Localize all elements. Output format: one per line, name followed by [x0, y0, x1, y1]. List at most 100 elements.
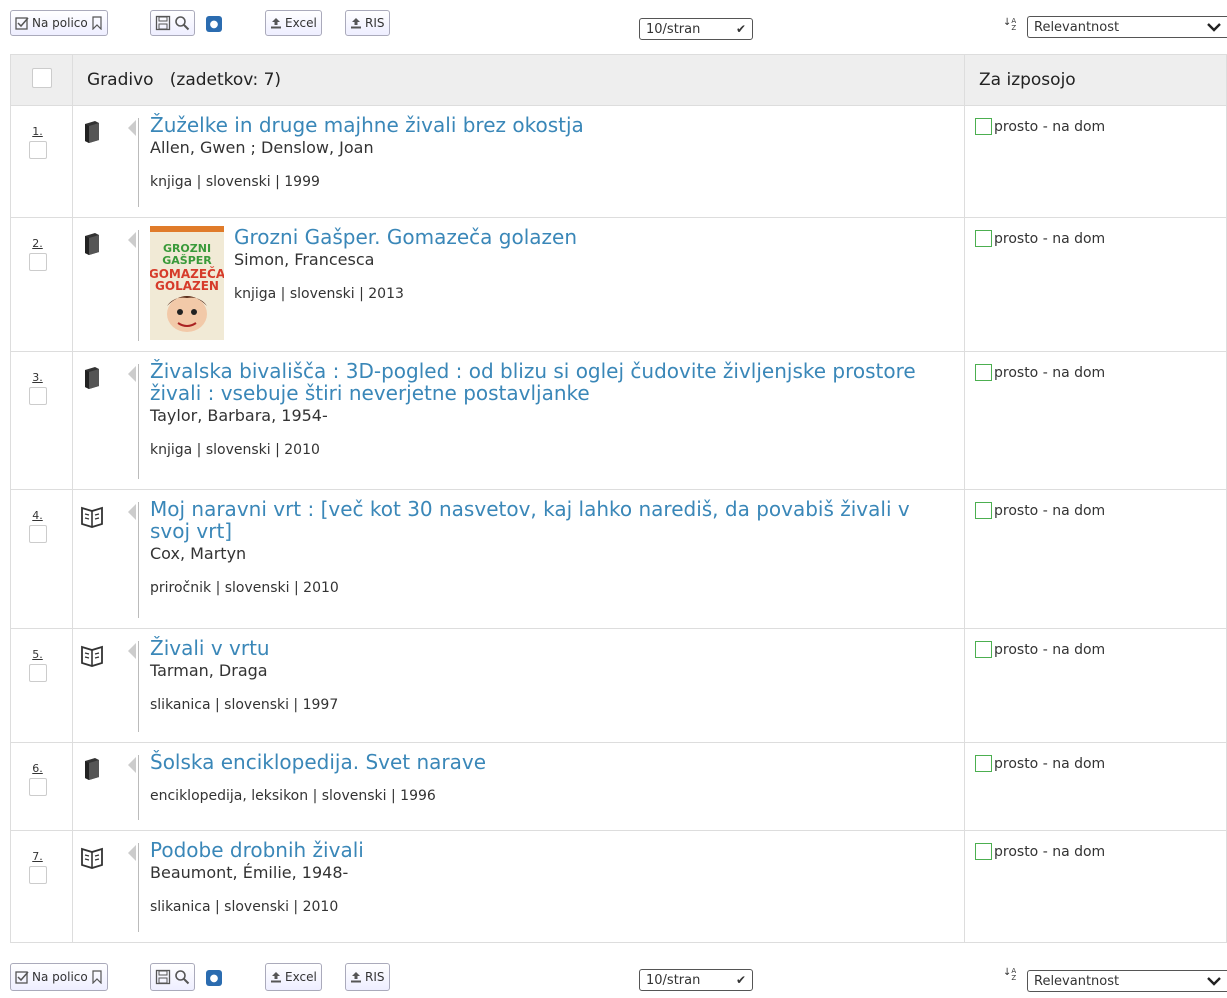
add-to-shelf-button[interactable]: Na polico	[10, 10, 108, 36]
expand-arrow-icon[interactable]	[128, 504, 136, 520]
material-meta: slikanica | slovenski | 1997	[150, 697, 339, 713]
per-page-select[interactable]: 10/stran ✔	[639, 969, 753, 991]
expand-arrow-icon[interactable]	[128, 232, 136, 248]
availability-cell: prosto - na dom	[964, 105, 1227, 218]
bookmark-icon	[92, 970, 102, 984]
availability-status[interactable]: prosto - na dom	[994, 756, 1105, 772]
open-book-icon	[81, 645, 103, 667]
table-row: 3. Živalska bivališča : 3D-pogled : od b…	[10, 351, 1227, 490]
sort-icon: ↓A Z	[1003, 967, 1017, 982]
bottom-toolbar: Na polico ● Excel RIS 10/stran ✔ ↓A Z Rel…	[0, 958, 1227, 998]
per-page-value: 10/stran	[646, 21, 701, 37]
material-cell: Živalska bivališča : 3D-pogled : od bliz…	[72, 351, 965, 490]
excel-label: Excel	[285, 16, 317, 30]
book-cover-image[interactable]: GROZNI GAŠPER GOMAZEČA GOLAZEN	[150, 226, 224, 340]
upload-icon	[351, 972, 361, 983]
availability-cell: prosto - na dom	[964, 628, 1227, 743]
chevron-down-icon	[1207, 977, 1221, 986]
rss-icon[interactable]: ●	[206, 970, 222, 986]
material-cell: GROZNI GAŠPER GOMAZEČA GOLAZEN Grozni Ga…	[72, 217, 965, 352]
book-icon	[85, 233, 99, 255]
checkbox-edit-icon	[15, 17, 29, 30]
divider	[138, 364, 139, 479]
chevron-down-icon: ✔	[735, 22, 746, 36]
available-status-icon	[975, 641, 992, 658]
upload-icon	[271, 18, 281, 29]
divider	[138, 502, 139, 618]
excel-label: Excel	[285, 970, 317, 984]
sort-select[interactable]: Relevantnost	[1027, 16, 1227, 38]
title-link[interactable]: Podobe drobnih živali	[150, 839, 944, 861]
top-toolbar: Na polico ● Excel RIS 10/stran ✔ ↓A Z Rel…	[0, 0, 1227, 40]
row-checkbox[interactable]	[28, 664, 47, 682]
export-excel-button[interactable]: Excel	[265, 963, 322, 991]
export-excel-button[interactable]: Excel	[265, 10, 322, 36]
divider	[138, 843, 139, 932]
add-to-shelf-label: Na polico	[32, 970, 88, 984]
save-search-button[interactable]	[150, 963, 195, 991]
ris-label: RIS	[365, 16, 385, 30]
availability-status[interactable]: prosto - na dom	[994, 642, 1105, 658]
select-all-cell	[10, 54, 73, 106]
available-status-icon	[975, 843, 992, 860]
available-status-icon	[975, 118, 992, 135]
table-row: 1. Žuželke in druge majhne živali brez o…	[10, 105, 1227, 218]
divider	[138, 118, 139, 207]
row-select-cell: 3.	[10, 351, 73, 490]
row-checkbox[interactable]	[28, 253, 47, 271]
save-icon	[155, 969, 171, 985]
table-row: 2. GROZNI GAŠPER GOMAZEČA GOLAZEN Grozni…	[10, 217, 1227, 352]
availability-status[interactable]: prosto - na dom	[994, 503, 1105, 519]
table-row: 5. Živali v vrtu Tarman, Draga slikanica…	[10, 628, 1227, 743]
title-link[interactable]: Žuželke in druge majhne živali brez okos…	[150, 114, 944, 136]
availability-cell: prosto - na dom	[964, 489, 1227, 629]
availability-status[interactable]: prosto - na dom	[994, 231, 1105, 247]
title-link[interactable]: Živalska bivališča : 3D-pogled : od bliz…	[150, 360, 944, 404]
select-all-checkbox[interactable]	[31, 67, 52, 88]
material-cell: Žuželke in druge majhne živali brez okos…	[72, 105, 965, 218]
availability-status[interactable]: prosto - na dom	[994, 844, 1105, 860]
row-checkbox[interactable]	[28, 778, 47, 796]
expand-arrow-icon[interactable]	[128, 757, 136, 773]
open-book-icon	[81, 506, 103, 528]
ris-label: RIS	[365, 970, 385, 984]
expand-arrow-icon[interactable]	[128, 120, 136, 136]
sort-select[interactable]: Relevantnost	[1027, 970, 1227, 992]
row-checkbox[interactable]	[28, 525, 47, 543]
save-search-button[interactable]	[150, 10, 195, 36]
add-to-shelf-button[interactable]: Na polico	[10, 963, 108, 991]
availability-cell: prosto - na dom	[964, 742, 1227, 831]
availability-status[interactable]: prosto - na dom	[994, 365, 1105, 381]
title-link[interactable]: Moj naravni vrt : [več kot 30 nasvetov, …	[150, 498, 944, 542]
row-select-cell: 2.	[10, 217, 73, 352]
hits-count: (zadetkov: 7)	[169, 70, 282, 90]
material-meta: knjiga | slovenski | 1999	[150, 174, 320, 190]
expand-arrow-icon[interactable]	[128, 366, 136, 382]
table-header-row: Gradivo (zadetkov: 7) Za izposojo	[10, 54, 1227, 106]
divider	[138, 641, 139, 732]
material-header-label: Gradivo	[87, 70, 154, 90]
availability-cell: prosto - na dom	[964, 217, 1227, 352]
per-page-select[interactable]: 10/stran ✔	[639, 18, 753, 40]
row-select-cell: 1.	[10, 105, 73, 218]
export-ris-button[interactable]: RIS	[345, 10, 390, 36]
availability-header: Za izposojo	[964, 54, 1227, 106]
material-cell: Moj naravni vrt : [več kot 30 nasvetov, …	[72, 489, 965, 629]
rss-icon[interactable]: ●	[206, 16, 222, 32]
row-checkbox[interactable]	[28, 866, 47, 884]
availability-status[interactable]: prosto - na dom	[994, 119, 1105, 135]
export-ris-button[interactable]: RIS	[345, 963, 390, 991]
row-checkbox[interactable]	[28, 141, 47, 159]
material-meta: knjiga | slovenski | 2013	[234, 286, 404, 302]
table-row: 6. Šolska enciklopedija. Svet narave enc…	[10, 742, 1227, 831]
title-link[interactable]: Šolska enciklopedija. Svet narave	[150, 751, 944, 773]
availability-cell: prosto - na dom	[964, 830, 1227, 943]
row-checkbox[interactable]	[28, 387, 47, 405]
book-icon	[85, 758, 99, 780]
checkbox-edit-icon	[15, 971, 29, 984]
expand-arrow-icon[interactable]	[128, 845, 136, 861]
expand-arrow-icon[interactable]	[128, 643, 136, 659]
title-link[interactable]: Živali v vrtu	[150, 637, 944, 659]
title-link[interactable]: Grozni Gašper. Gomazeča golazen	[234, 226, 577, 248]
row-number: 2.	[32, 237, 43, 250]
